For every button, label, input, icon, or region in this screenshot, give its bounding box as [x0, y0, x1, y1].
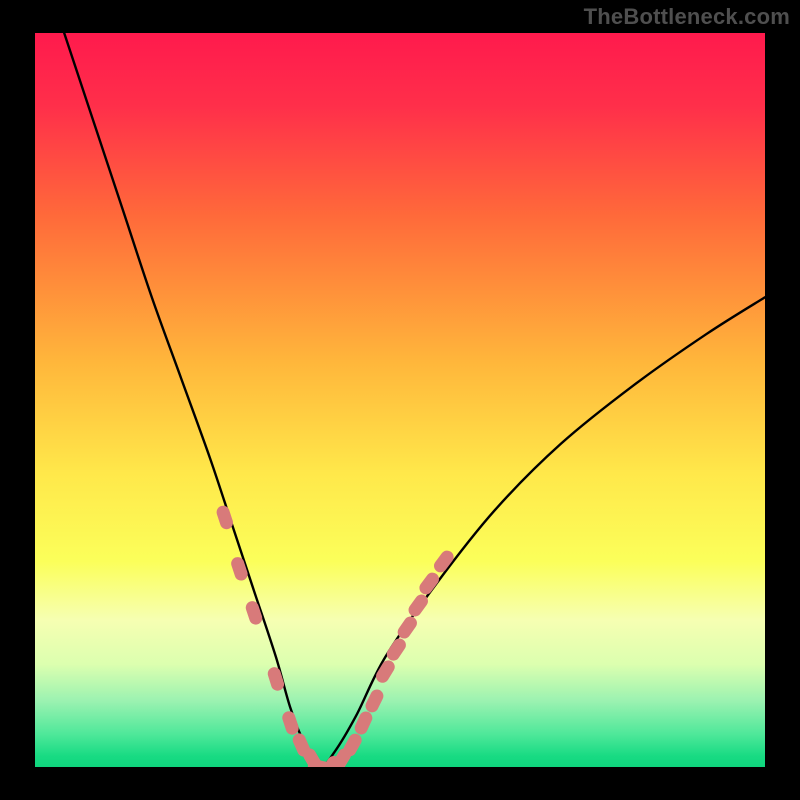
- bottleneck-chart: [0, 0, 800, 800]
- chart-frame: TheBottleneck.com: [0, 0, 800, 800]
- plot-background: [35, 33, 765, 767]
